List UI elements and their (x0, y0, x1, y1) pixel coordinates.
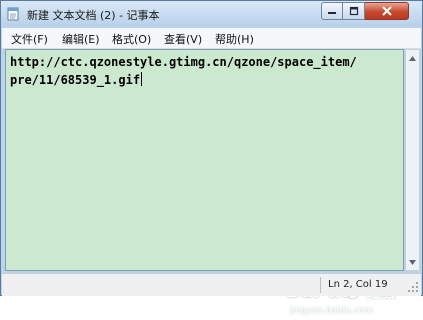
title-bar[interactable]: 新建 文本文档 (2) - 记事本 (1, 1, 422, 27)
scroll-up-button[interactable] (407, 52, 418, 64)
menu-help[interactable]: 帮助(H) (215, 31, 254, 47)
menu-edit[interactable]: 编辑(E) (62, 31, 100, 47)
minimize-icon (328, 12, 336, 14)
scroll-down-button[interactable] (407, 256, 418, 268)
vertical-scrollbar[interactable] (405, 49, 420, 271)
resize-grip-icon[interactable] (407, 281, 419, 293)
minimize-button[interactable] (321, 2, 343, 20)
watermark-url: jingyan.baidu.com (290, 306, 374, 316)
text-caret (141, 72, 143, 86)
menu-format[interactable]: 格式(O) (112, 31, 151, 47)
scroll-up-icon (409, 55, 416, 61)
notepad-window: 新建 文本文档 (2) - 记事本 文件(F) 编辑(E) 格式(O) 查看(V… (0, 0, 423, 316)
menu-bar: 文件(F) 编辑(E) 格式(O) 查看(V) 帮助(H) (2, 28, 421, 49)
editor-content[interactable]: http://ctc.qzonestyle.gtimg.cn/qzone/spa… (10, 53, 357, 89)
text-editor[interactable]: http://ctc.qzonestyle.gtimg.cn/qzone/spa… (5, 49, 404, 316)
maximize-button[interactable] (343, 2, 365, 20)
status-divider (320, 277, 321, 293)
maximize-icon (349, 6, 358, 16)
editor-line-2: pre/11/68539_1.gif (10, 73, 141, 87)
status-bar: Ln 2, Col 19 (2, 273, 421, 296)
scroll-down-icon (409, 259, 416, 265)
close-icon (381, 6, 392, 16)
menu-file[interactable]: 文件(F) (11, 31, 48, 47)
close-button[interactable] (365, 2, 409, 20)
notepad-icon (7, 7, 19, 21)
menu-view[interactable]: 查看(V) (164, 31, 202, 47)
cursor-position: Ln 2, Col 19 (328, 279, 388, 290)
editor-line-1: http://ctc.qzonestyle.gtimg.cn/qzone/spa… (10, 55, 357, 69)
window-title: 新建 文本文档 (2) - 记事本 (27, 9, 160, 22)
